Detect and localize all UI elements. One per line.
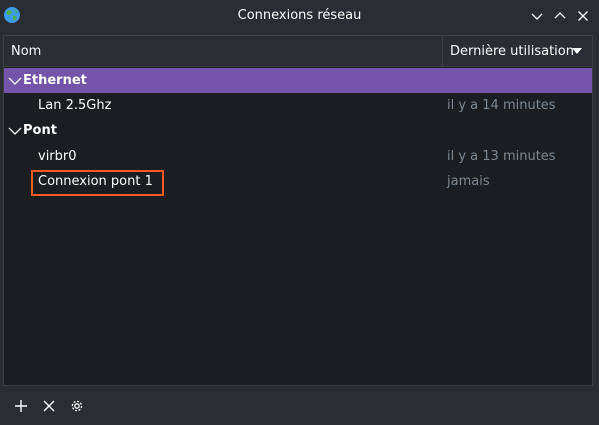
- connection-name: Lan 2.5Ghz: [38, 98, 112, 113]
- close-button[interactable]: [573, 6, 593, 26]
- add-icon: [15, 400, 27, 412]
- window-title: Connexions réseau: [237, 8, 362, 23]
- connection-last-used: il y a 13 minutes: [447, 149, 556, 164]
- group-label: Ethernet: [23, 73, 87, 88]
- chevron-down-icon: [531, 13, 543, 20]
- group-row-pont[interactable]: Pont: [4, 118, 592, 143]
- chevron-down-icon[interactable]: [8, 124, 22, 138]
- column-divider[interactable]: [442, 36, 443, 67]
- configure-connection-button[interactable]: [68, 397, 86, 415]
- group-row-ethernet[interactable]: Ethernet: [4, 68, 592, 93]
- column-header-name[interactable]: Nom: [11, 44, 41, 59]
- connections-table: Nom Dernière utilisation Ethernet Lan 2.…: [3, 35, 593, 386]
- minimize-button[interactable]: [527, 6, 547, 26]
- highlight-box: [31, 170, 164, 196]
- chevron-up-icon: [554, 12, 566, 19]
- table-header: Nom Dernière utilisation: [4, 36, 592, 67]
- maximize-button[interactable]: [550, 6, 570, 26]
- delete-icon: [43, 400, 55, 412]
- connection-last-used: jamais: [447, 174, 490, 189]
- group-label: Pont: [23, 123, 57, 138]
- add-connection-button[interactable]: [12, 397, 30, 415]
- column-header-last-used[interactable]: Dernière utilisation: [450, 44, 574, 59]
- connection-name: virbr0: [38, 149, 77, 164]
- connection-row[interactable]: virbr0 il y a 13 minutes: [4, 144, 592, 169]
- connection-last-used: il y a 14 minutes: [447, 98, 556, 113]
- sort-descending-icon[interactable]: [572, 48, 582, 54]
- delete-connection-button[interactable]: [40, 397, 58, 415]
- connection-row[interactable]: Lan 2.5Ghz il y a 14 minutes: [4, 93, 592, 118]
- settings-icon: [71, 400, 83, 412]
- title-bar: Connexions réseau: [0, 0, 599, 31]
- chevron-down-icon[interactable]: [8, 74, 22, 88]
- close-icon: [578, 11, 588, 21]
